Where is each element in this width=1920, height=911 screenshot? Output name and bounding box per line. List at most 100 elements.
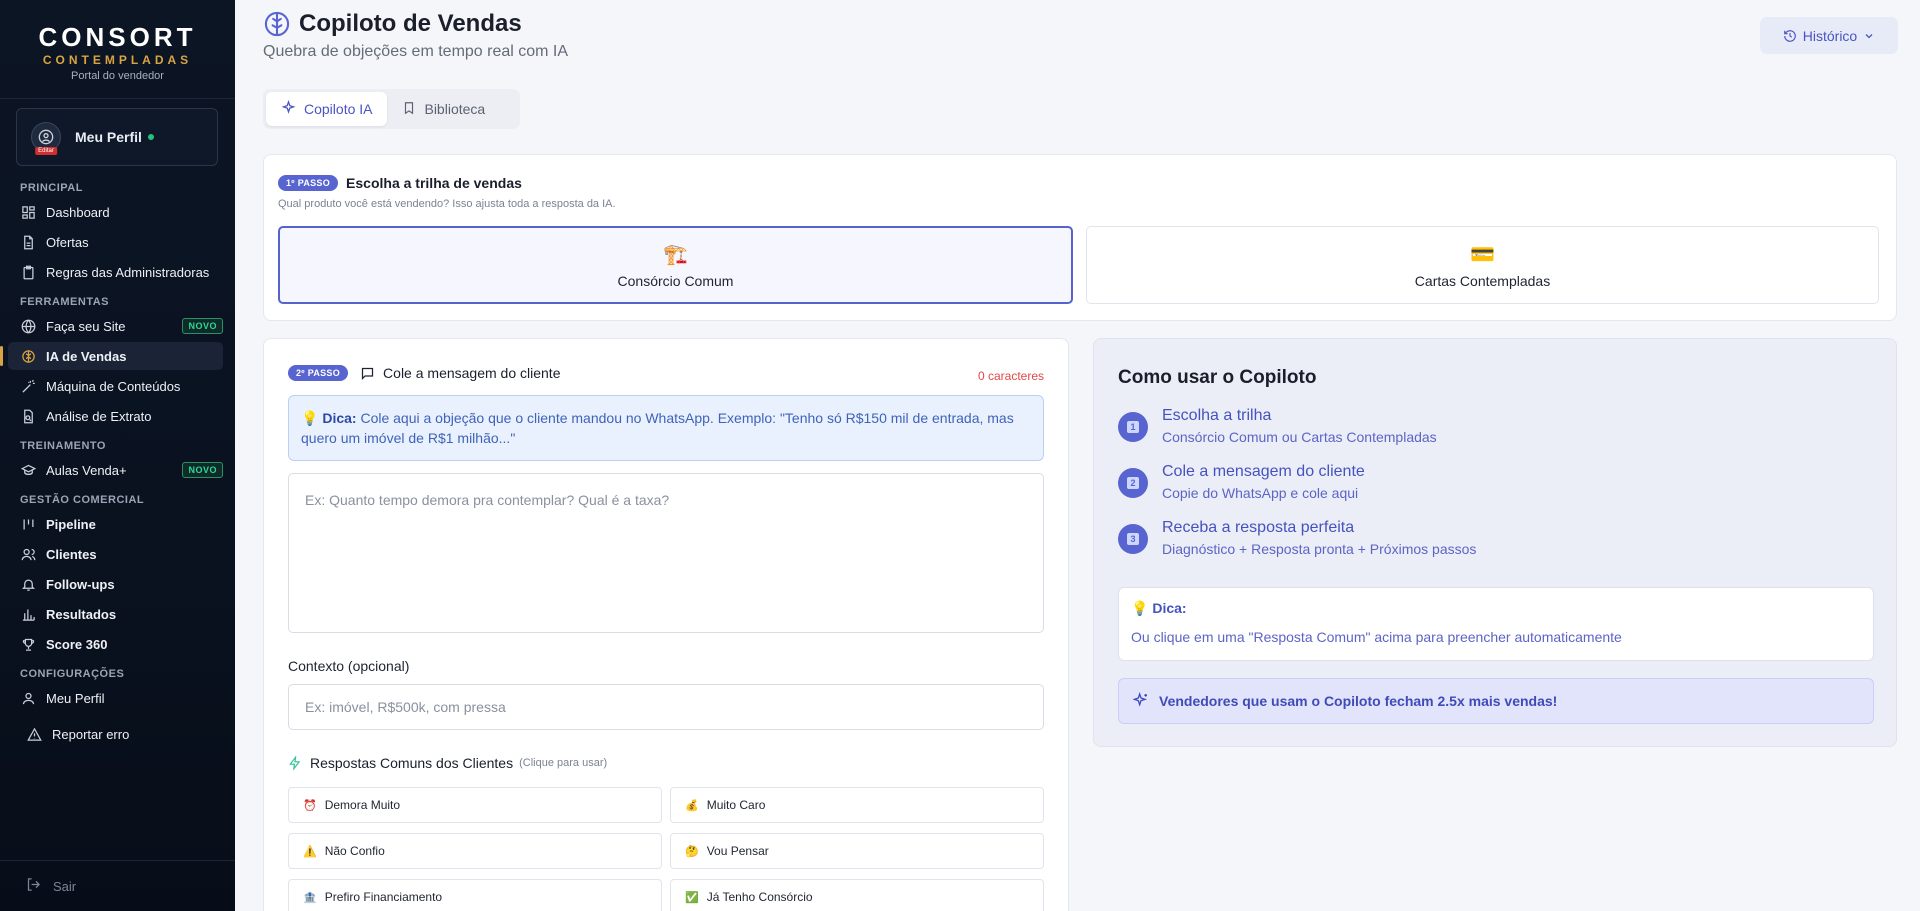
sidebar-item-regras[interactable]: Regras das Administradoras <box>8 258 223 286</box>
tab-copiloto-ia[interactable]: Copiloto IA <box>266 92 388 126</box>
sidebar-item-label: Pipeline <box>46 516 96 532</box>
sidebar-item-label: Score 360 <box>46 636 108 652</box>
alarm-clock-icon: ⏰ <box>303 799 317 812</box>
brand-subtitle: CONTEMPLADAS <box>42 53 193 67</box>
online-status-dot <box>147 134 154 140</box>
sidebar-item-dashboard[interactable]: Dashboard <box>8 198 223 226</box>
profile-card[interactable]: Editar Meu Perfil <box>16 108 218 166</box>
step-number-icon: 3 <box>1118 524 1148 554</box>
sidebar-item-analise-extrato[interactable]: Análise de Extrato <box>8 402 223 430</box>
common-response-label: Vou Pensar <box>706 844 769 858</box>
dica-box: 💡 Dica: Ou clique em uma "Resposta Comum… <box>1118 587 1874 661</box>
history-label: Histórico <box>1802 27 1858 44</box>
lightbulb-icon: 💡 <box>301 410 319 426</box>
how-to-step-title: Cole a mensagem do cliente <box>1162 463 1365 480</box>
context-input[interactable]: Ex: imóvel, R$500k, com pressa <box>288 684 1044 730</box>
logout-label: Sair <box>53 878 77 894</box>
nav-section-ferramentas: FERRAMENTAS <box>20 296 110 308</box>
how-to-step-title: Receba a resposta perfeita <box>1162 519 1355 536</box>
step1-title: Escolha a trilha de vendas <box>346 175 522 191</box>
sidebar-item-ia-de-vendas[interactable]: IA de Vendas <box>0 342 223 370</box>
graduation-cap-icon <box>20 462 36 478</box>
how-to-step-desc: Copie do WhatsApp e cole aqui <box>1162 485 1359 501</box>
check-mark-icon: ✅ <box>685 891 699 904</box>
step2-badge: 2º PASSO <box>288 365 349 381</box>
edit-avatar-badge[interactable]: Editar <box>35 147 57 155</box>
step1-header: 1º PASSO Escolha a trilha de vendas <box>278 175 522 191</box>
page-heading: Copiloto de Vendas <box>299 10 522 37</box>
step-number: 1 <box>1127 421 1139 433</box>
sidebar-item-resultados[interactable]: Resultados <box>8 600 223 628</box>
sidebar-item-followups[interactable]: Follow-ups <box>8 570 223 598</box>
common-response-label: Muito Caro <box>706 798 766 812</box>
how-to-step-desc: Consórcio Comum ou Cartas Contempladas <box>1162 429 1437 445</box>
track-option-consorcio-comum[interactable]: 🏗️ Consórcio Comum <box>278 226 1073 304</box>
tab-label: Copiloto IA <box>304 101 373 117</box>
user-icon <box>20 690 36 706</box>
logout-button[interactable]: Sair <box>0 860 235 911</box>
main-content: Copiloto de Vendas Quebra de objeções em… <box>235 0 1920 911</box>
file-search-icon <box>20 408 36 424</box>
new-badge: NOVO <box>182 462 223 478</box>
sidebar-item-ofertas[interactable]: Ofertas <box>8 228 223 256</box>
document-icon <box>20 234 36 250</box>
step-number-icon: 2 <box>1118 468 1148 498</box>
sidebar-item-label: Regras das Administradoras <box>46 264 210 280</box>
step1-card: 1º PASSO Escolha a trilha de vendas Qual… <box>263 154 1897 321</box>
how-to-step: 2 Cole a mensagem do cliente Copie do Wha… <box>1118 463 1365 501</box>
common-response-demora-muito[interactable]: ⏰ Demora Muito <box>288 787 662 823</box>
avatar[interactable]: Editar <box>31 122 61 155</box>
common-response-nao-confio[interactable]: ⚠️ Não Confio <box>288 833 662 869</box>
common-response-vou-pensar[interactable]: 🤔 Vou Pensar <box>670 833 1044 869</box>
page-title: Copiloto de Vendas <box>263 10 522 38</box>
sidebar-item-pipeline[interactable]: Pipeline <box>8 510 223 538</box>
pipeline-icon <box>20 516 36 532</box>
brain-icon <box>20 348 36 364</box>
tip-text: Cole aqui a objeção que o cliente mandou… <box>301 410 1014 446</box>
tab-biblioteca[interactable]: Biblioteca <box>387 92 500 126</box>
magic-wand-icon <box>20 378 36 394</box>
sidebar-item-label: Resultados <box>46 606 117 622</box>
common-response-muito-caro[interactable]: 💰 Muito Caro <box>670 787 1044 823</box>
new-badge: NOVO <box>182 318 223 334</box>
nav-section-config: CONFIGURAÇÕES <box>20 668 125 680</box>
common-response-label: Não Confio <box>324 844 385 858</box>
nav-section-treinamento: TREINAMENTO <box>20 440 106 452</box>
sidebar-item-label: IA de Vendas <box>46 348 127 364</box>
nav-section-principal: PRINCIPAL <box>20 182 83 194</box>
track-option-cartas-contempladas[interactable]: 💳 Cartas Contempladas <box>1086 226 1879 304</box>
context-label: Contexto (opcional) <box>288 658 410 674</box>
bell-icon <box>20 576 36 592</box>
common-response-ja-tenho-consorcio[interactable]: ✅ Já Tenho Consórcio <box>670 879 1044 911</box>
client-message-textarea[interactable]: Ex: Quanto tempo demora pra contemplar? … <box>288 473 1044 633</box>
logout-icon <box>26 877 41 895</box>
common-response-label: Prefiro Financiamento <box>324 890 443 904</box>
sidebar-item-label: Ofertas <box>46 234 89 250</box>
bank-icon: 🏦 <box>303 891 317 904</box>
sidebar-item-maquina[interactable]: Máquina de Conteúdos <box>8 372 223 400</box>
step2-card: 2º PASSO Cole a mensagem do cliente 0 ca… <box>263 338 1069 911</box>
history-button[interactable]: Histórico <box>1760 17 1898 54</box>
sidebar-item-score[interactable]: Score 360 <box>8 630 223 658</box>
crane-icon: 🏗️ <box>663 243 688 266</box>
sidebar-item-faca-seu-site[interactable]: Faça seu Site NOVO <box>8 312 223 340</box>
sidebar-item-aulas[interactable]: Aulas Venda+ NOVO <box>8 456 223 484</box>
sparkles-icon <box>281 99 296 118</box>
step-number: 2 <box>1127 477 1139 489</box>
brand-logo[interactable]: CONSORT CONTEMPLADAS Portal do vendedor <box>0 0 235 99</box>
profile-name: Meu Perfil <box>75 129 142 145</box>
nav-section-gestao: GESTÃO COMERCIAL <box>20 494 145 506</box>
credit-card-icon: 💳 <box>1470 243 1495 266</box>
globe-icon <box>20 318 36 334</box>
sidebar-item-clientes[interactable]: Clientes <box>8 540 223 568</box>
warning-icon: ⚠️ <box>303 845 317 858</box>
chevron-down-icon <box>1865 33 1873 38</box>
sidebar-item-reportar-erro[interactable]: Reportar erro <box>8 720 223 748</box>
message-icon <box>361 367 374 380</box>
promo-banner: Vendedores que usam o Copiloto fecham 2.… <box>1118 678 1874 724</box>
common-response-prefiro-financiamento[interactable]: 🏦 Prefiro Financiamento <box>288 879 662 911</box>
warning-icon <box>26 726 42 742</box>
sidebar-item-meu-perfil[interactable]: Meu Perfil <box>8 684 223 712</box>
sidebar-item-label: Clientes <box>46 546 97 562</box>
how-to-title: Como usar o Copiloto <box>1118 367 1317 388</box>
